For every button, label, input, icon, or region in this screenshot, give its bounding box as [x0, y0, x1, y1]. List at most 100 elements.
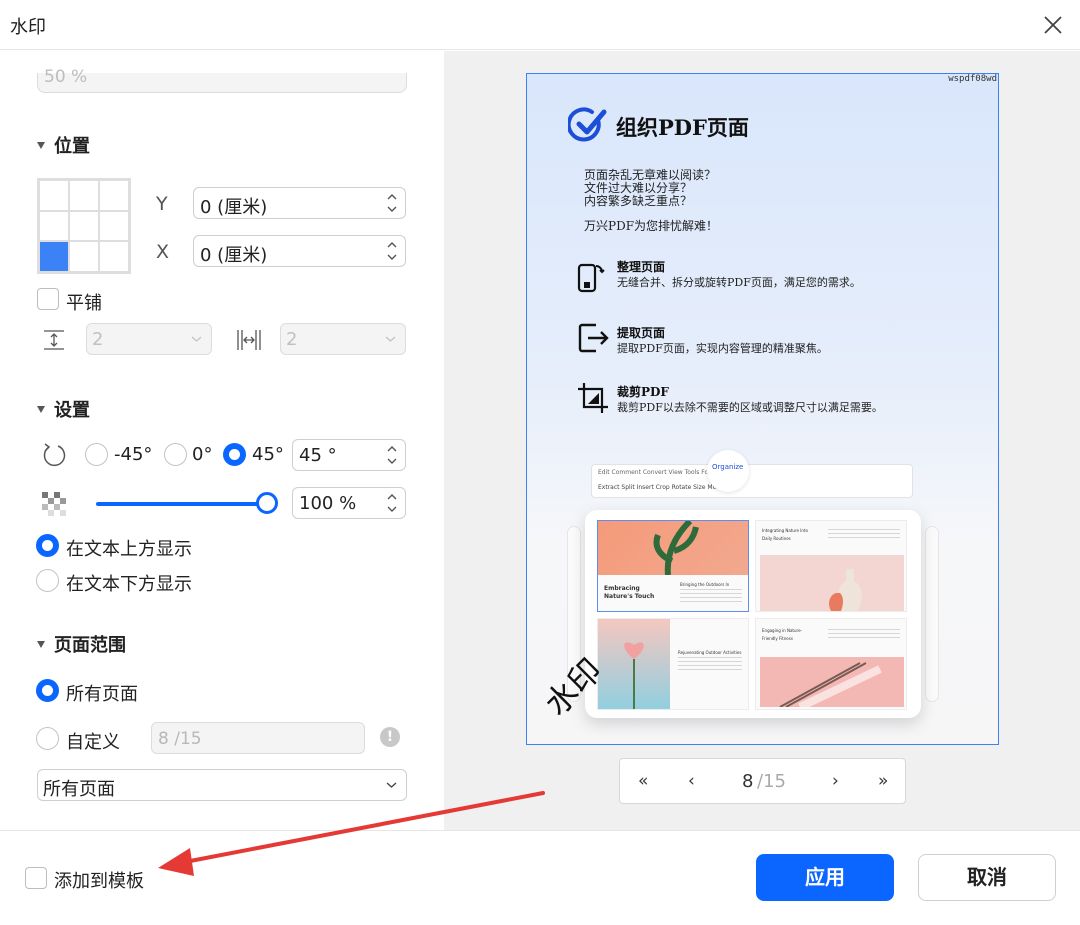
position-cell-bottom-left[interactable]: [40, 242, 68, 271]
layer-above-label: 在文本上方显示: [66, 539, 192, 560]
custom-range-radio[interactable]: [36, 727, 59, 750]
mockup-stack-right: [925, 526, 939, 702]
chevron-down-icon: [385, 336, 396, 342]
feature-3-title: 裁剪PDF: [617, 385, 669, 399]
spinner-arrows-icon[interactable]: [386, 191, 398, 215]
position-cell-middle-left[interactable]: [40, 211, 68, 241]
custom-range-input[interactable]: 8 /15: [151, 722, 365, 754]
position-cell-center[interactable]: [70, 211, 98, 241]
close-icon[interactable]: [1040, 12, 1066, 38]
preview-pager: « ‹ 8 /15 › »: [619, 758, 906, 804]
apply-button[interactable]: 应用: [756, 854, 894, 901]
mockup-tile-1-caption: Embracing Nature's Touch: [604, 585, 655, 600]
feature-1-desc: 无缝合并、拆分或旋转PDF页面，满足您的需求。: [617, 276, 861, 289]
y-offset-input[interactable]: 0 (厘米): [193, 187, 406, 219]
preview-page: wspdf08wd 组织PDF页面 页面杂乱无章难以阅读？ 文件过大难以分享？ …: [526, 73, 999, 745]
mockup-tile-2-lines: [828, 529, 900, 541]
rotation-45-radio[interactable]: [223, 443, 246, 466]
layer-below-radio[interactable]: [36, 569, 59, 592]
tile-cols-select[interactable]: 2: [280, 323, 406, 355]
rotation-angle-input[interactable]: 45 °: [292, 439, 406, 471]
tile-label: 平铺: [66, 293, 102, 314]
app-mockup: Edit Comment Convert View Tools Form Pro…: [561, 450, 951, 726]
column-spacing-icon: [237, 330, 261, 350]
preview-title: 组织PDF页面: [616, 115, 749, 140]
position-cell-top-right[interactable]: [100, 181, 128, 210]
mockup-tile-4-lines: [828, 629, 900, 641]
document-code: wspdf08wd: [948, 74, 997, 84]
spinner-arrows-icon[interactable]: [386, 239, 398, 263]
rotation-minus45-radio[interactable]: [85, 443, 108, 466]
feature-2-title: 提取页面: [617, 326, 666, 340]
mockup-tile-1-sub: Bringing the Outdoors In: [680, 582, 730, 587]
rotation-minus45-label: -45°: [114, 444, 153, 465]
position-cell-bottom-center[interactable]: [70, 242, 98, 271]
mockup-tile-3-image: [598, 619, 670, 709]
collapse-triangle-icon: [37, 141, 45, 149]
rotation-0-radio[interactable]: [164, 443, 187, 466]
chevron-down-icon: [386, 782, 397, 788]
mockup-tile-3: Rejuvenating Outdoor Activities: [597, 618, 749, 710]
add-to-template-checkbox[interactable]: [25, 867, 47, 889]
all-pages-radio[interactable]: [36, 679, 59, 702]
layer-below-label: 在文本下方显示: [66, 574, 192, 595]
position-cell-middle-right[interactable]: [100, 211, 128, 241]
mockup-toolbar: Edit Comment Convert View Tools Form Pro…: [591, 464, 913, 498]
check-circle-icon: [568, 107, 607, 142]
position-cell-top-left[interactable]: [40, 181, 68, 210]
layer-above-radio[interactable]: [36, 534, 59, 557]
title-bar: 水印: [0, 0, 1080, 50]
rotate-icon: [43, 443, 66, 467]
spinner-arrows-icon[interactable]: [386, 491, 398, 515]
all-pages-label: 所有页面: [66, 684, 138, 705]
section-page-range-header[interactable]: 页面范围: [37, 631, 126, 657]
next-page-button[interactable]: ›: [832, 771, 839, 791]
last-page-button[interactable]: »: [878, 771, 888, 791]
section-position-header[interactable]: 位置: [37, 132, 90, 158]
opacity-slider-track[interactable]: [96, 502, 266, 506]
opacity-value: 100 %: [299, 493, 357, 514]
position-cell-bottom-right[interactable]: [100, 242, 128, 271]
add-to-template-label: 添加到模板: [54, 871, 144, 892]
section-settings-title: 设置: [54, 400, 90, 421]
spinner-arrows-icon[interactable]: [386, 443, 398, 467]
dialog-footer: 添加到模板 应用 取消: [0, 830, 1080, 925]
vase-icon: [829, 569, 862, 611]
position-cell-top-center[interactable]: [70, 181, 98, 210]
collapse-triangle-icon: [37, 405, 45, 413]
pager-current: 8: [742, 771, 754, 792]
tile-rows-select[interactable]: 2: [86, 323, 212, 355]
page-subset-select[interactable]: 所有页面: [37, 769, 407, 801]
collapse-triangle-icon: [37, 640, 45, 648]
mockup-tools: Extract Split Insert Crop Rotate Size Mo…: [598, 484, 723, 491]
info-icon[interactable]: !: [380, 727, 400, 747]
section-position-title: 位置: [54, 136, 90, 157]
tile-checkbox[interactable]: [37, 288, 59, 310]
section-settings-header[interactable]: 设置: [37, 396, 90, 422]
staircase-icon: [779, 662, 882, 709]
section-page-range-title: 页面范围: [54, 635, 126, 656]
feature-2-desc: 提取PDF页面，实现内容管理的精准聚焦。: [617, 342, 828, 355]
first-page-button[interactable]: «: [638, 771, 648, 791]
flower-icon: [624, 642, 644, 709]
mockup-tile-4-image: [760, 657, 904, 709]
partial-top-value: 50 %: [44, 67, 88, 87]
custom-range-current: 8: [158, 729, 169, 749]
custom-range-total: /15: [174, 729, 202, 749]
mockup-organize-tab: Organize: [707, 450, 749, 492]
prev-page-button[interactable]: ‹: [688, 771, 695, 791]
x-offset-value: 0 (厘米): [200, 245, 268, 266]
opacity-slider-thumb[interactable]: [256, 492, 278, 514]
opacity-input[interactable]: 100 %: [292, 487, 406, 519]
mockup-tile-4: Engaging in Nature- Friendly Fitness: [755, 618, 907, 710]
rotation-angle-value: 45 °: [299, 445, 337, 466]
plant-leaf-icon: [653, 521, 699, 576]
x-offset-input[interactable]: 0 (厘米): [193, 235, 406, 267]
extract-pages-icon: [578, 323, 609, 353]
mockup-tile-2-image: [760, 555, 904, 611]
mockup-tile-1: Embracing Nature's Touch Bringing the Ou…: [597, 520, 749, 612]
opacity-icon: [42, 492, 66, 516]
preview-area: wspdf08wd 组织PDF页面 页面杂乱无章难以阅读？ 文件过大难以分享？ …: [444, 51, 1080, 830]
custom-range-label: 自定义: [66, 732, 120, 753]
cancel-button[interactable]: 取消: [918, 854, 1056, 901]
